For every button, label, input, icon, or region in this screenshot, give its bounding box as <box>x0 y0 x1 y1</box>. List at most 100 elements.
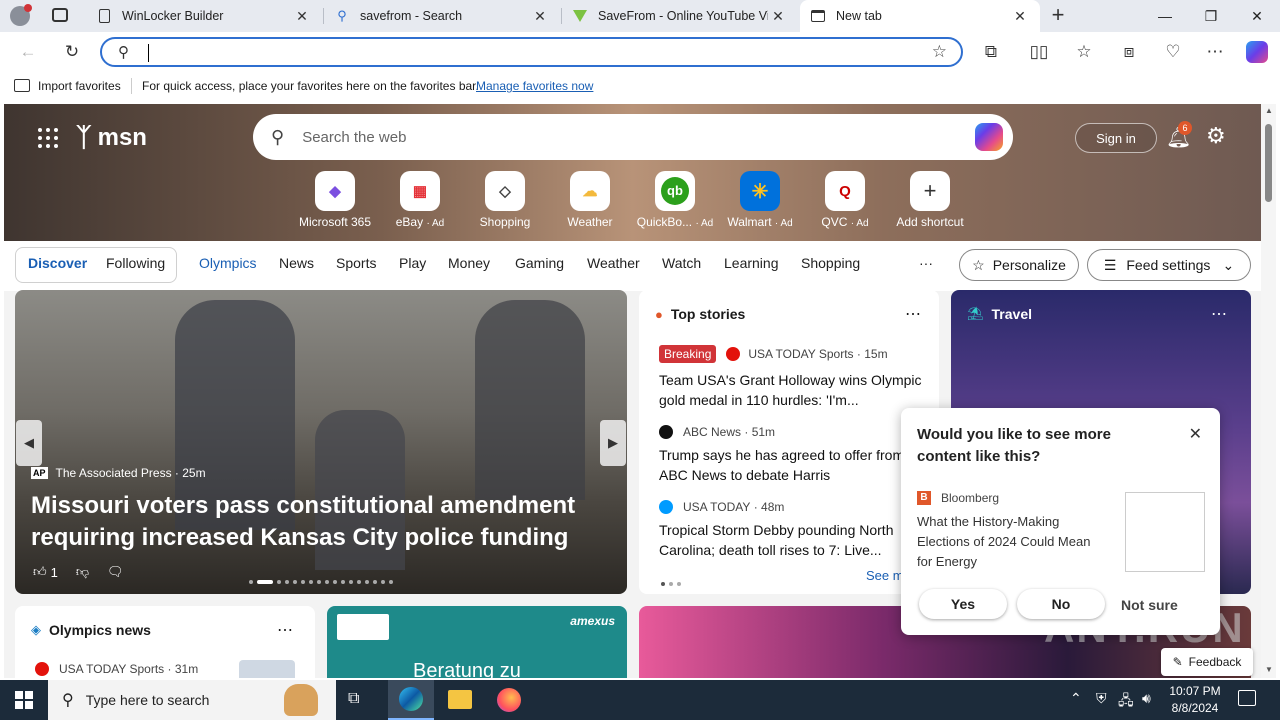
qvc-icon: Q <box>825 171 865 211</box>
msn-logo[interactable]: ᛉ msn <box>76 122 147 153</box>
task-view-icon[interactable]: ⧉ <box>348 690 359 708</box>
msn-search-input[interactable]: Search the web <box>302 129 406 146</box>
close-icon[interactable]: ✕ <box>768 8 788 25</box>
not-sure-button[interactable]: Not sure <box>1121 597 1178 613</box>
tab-discover[interactable]: Discover <box>28 255 87 271</box>
tray-security-icon[interactable]: ⛨ <box>1096 690 1107 707</box>
import-favorites-icon[interactable] <box>14 79 30 92</box>
extensions-icon[interactable]: ⧉ <box>975 36 1007 68</box>
quick-link-ebay[interactable]: ▦ eBay · Ad <box>378 171 462 229</box>
clock-time: 10:07 PM <box>1169 684 1221 698</box>
story-headline[interactable]: Trump says he has agreed to offer from A… <box>659 445 925 485</box>
quick-link-walmart[interactable]: ✳ Walmart · Ad <box>718 171 802 229</box>
settings-gear-icon[interactable]: ⚙ <box>1206 123 1226 149</box>
page-scrollbar[interactable]: ▲ ▼ <box>1261 104 1276 678</box>
favorites-icon[interactable]: ☆ <box>1068 36 1100 68</box>
tray-network-icon[interactable]: 🖧︎ <box>1118 690 1134 714</box>
nav-gaming[interactable]: Gaming <box>515 255 564 271</box>
taskbar-file-explorer-icon[interactable] <box>448 690 472 709</box>
favorite-star-icon[interactable]: ☆ <box>932 42 947 62</box>
nav-sports[interactable]: Sports <box>336 255 376 271</box>
card-more-icon[interactable]: ⋯ <box>905 304 921 324</box>
quick-link-quickbooks[interactable]: qb QuickBo... · Ad <box>633 171 717 229</box>
comment-icon[interactable]: 🗨︎ <box>107 564 124 580</box>
card-more-icon[interactable]: ⋯ <box>277 620 293 640</box>
feedback-button[interactable]: ✎ Feedback <box>1161 648 1253 676</box>
yes-button[interactable]: Yes <box>919 589 1007 619</box>
carousel-prev-button[interactable]: ◀ <box>16 420 42 466</box>
copilot-icon[interactable] <box>1241 36 1273 68</box>
tray-volume-icon[interactable]: 🔊︎ <box>1142 690 1151 707</box>
quick-link-weather[interactable]: ☁ Weather <box>548 171 632 229</box>
story-headline[interactable]: Team USA's Grant Holloway wins Olympic g… <box>659 370 925 410</box>
taskbar-firefox-icon[interactable] <box>497 688 521 712</box>
tab-savefrom[interactable]: SaveFrom - Online YouTube Vide ✕ <box>562 0 798 32</box>
quick-link-shopping[interactable]: ◇ Shopping <box>463 171 547 229</box>
top-stories-title: Top stories <box>670 306 746 322</box>
close-window-button[interactable]: ✕ <box>1234 0 1280 32</box>
personalize-button[interactable]: ☆ Personalize <box>959 249 1079 281</box>
see-more-link[interactable]: See m <box>866 568 904 583</box>
taskbar-search-box[interactable]: ⚲ Type here to search <box>48 680 336 720</box>
close-icon[interactable]: ✕ <box>292 8 312 25</box>
start-button[interactable] <box>0 680 48 720</box>
carousel-next-button[interactable]: ▶ <box>600 420 626 466</box>
story-headline[interactable]: Missouri voters pass constitutional amen… <box>31 490 591 554</box>
feed-settings-button[interactable]: ☰ Feed settings ⌄ <box>1087 249 1251 281</box>
tab-following[interactable]: Following <box>106 255 165 271</box>
nav-learning[interactable]: Learning <box>724 255 779 271</box>
quick-link-qvc[interactable]: Q QVC · Ad <box>803 171 887 229</box>
quick-link-microsoft365[interactable]: ◆ Microsoft 365 <box>293 171 377 229</box>
story-headline[interactable]: Tropical Storm Debby pounding North Caro… <box>659 520 925 560</box>
tab-new-tab[interactable]: New tab ✕ <box>800 0 1040 32</box>
taskbar-clock[interactable]: 10:07 PM 8/8/2024 <box>1164 683 1226 717</box>
nav-olympics[interactable]: Olympics <box>199 255 257 271</box>
refresh-button[interactable]: ↻ <box>56 36 88 68</box>
close-icon[interactable]: ✕ <box>530 8 550 25</box>
hero-story-card[interactable]: ◀ ▶ AP The Associated Press · 25m Missou… <box>15 290 627 594</box>
nav-play[interactable]: Play <box>399 255 426 271</box>
nav-money[interactable]: Money <box>448 255 490 271</box>
nav-watch[interactable]: Watch <box>662 255 701 271</box>
back-button[interactable]: ← <box>12 36 44 68</box>
more-menu-icon[interactable]: ⋯ <box>1199 36 1231 68</box>
taskbar-edge-icon[interactable] <box>388 680 434 720</box>
copilot-icon[interactable] <box>975 123 1003 151</box>
like-icon[interactable]: 👍︎ <box>33 564 47 580</box>
abc-logo-icon <box>659 425 673 439</box>
tab-savefrom-search[interactable]: ⚲ savefrom - Search ✕ <box>324 0 560 32</box>
dislike-icon[interactable]: 👎︎ <box>76 564 89 580</box>
performance-icon[interactable]: ♡ <box>1157 36 1189 68</box>
nav-shopping[interactable]: Shopping <box>801 255 860 271</box>
collections-icon[interactable]: ⧈ <box>1113 36 1145 68</box>
ad-text: Beratung zu <box>413 660 521 678</box>
notification-center-icon[interactable] <box>1238 690 1256 706</box>
nav-weather[interactable]: Weather <box>587 255 640 271</box>
minimize-button[interactable]: — <box>1142 0 1188 32</box>
card-more-icon[interactable]: ⋯ <box>1211 304 1227 324</box>
split-screen-icon[interactable]: ▯▯ <box>1023 36 1055 68</box>
tray-chevron-icon[interactable]: ⌃ <box>1070 690 1082 707</box>
new-tab-icon <box>810 8 826 24</box>
taskbar-search-input[interactable]: Type here to search <box>86 692 210 708</box>
ad-card[interactable]: amexus Beratung zu <box>327 606 627 678</box>
new-tab-button[interactable]: + <box>1046 4 1070 28</box>
profile-icon[interactable] <box>10 4 32 26</box>
address-input[interactable] <box>148 44 149 62</box>
app-launcher-icon[interactable] <box>38 128 58 148</box>
tab-winlocker[interactable]: WinLocker Builder ✕ <box>86 0 322 32</box>
tab-actions-icon[interactable] <box>52 8 68 22</box>
nav-more[interactable]: ··· <box>919 255 933 271</box>
close-icon[interactable]: ✕ <box>1010 8 1030 25</box>
quick-link-add-shortcut[interactable]: + Add shortcut <box>888 171 972 229</box>
address-bar[interactable]: ⚲ ☆ <box>100 37 963 67</box>
msn-search-box[interactable]: ⚲ Search the web <box>253 114 1013 160</box>
maximize-button[interactable]: ❐ <box>1188 0 1234 32</box>
nav-news[interactable]: News <box>279 255 314 271</box>
scrollbar-thumb[interactable] <box>1265 124 1272 202</box>
close-icon[interactable]: ✕ <box>1189 424 1202 444</box>
import-favorites-button[interactable]: Import favorites <box>38 79 121 93</box>
no-button[interactable]: No <box>1017 589 1105 619</box>
sign-in-button[interactable]: Sign in <box>1075 123 1157 153</box>
manage-favorites-link[interactable]: Manage favorites now <box>476 79 593 93</box>
